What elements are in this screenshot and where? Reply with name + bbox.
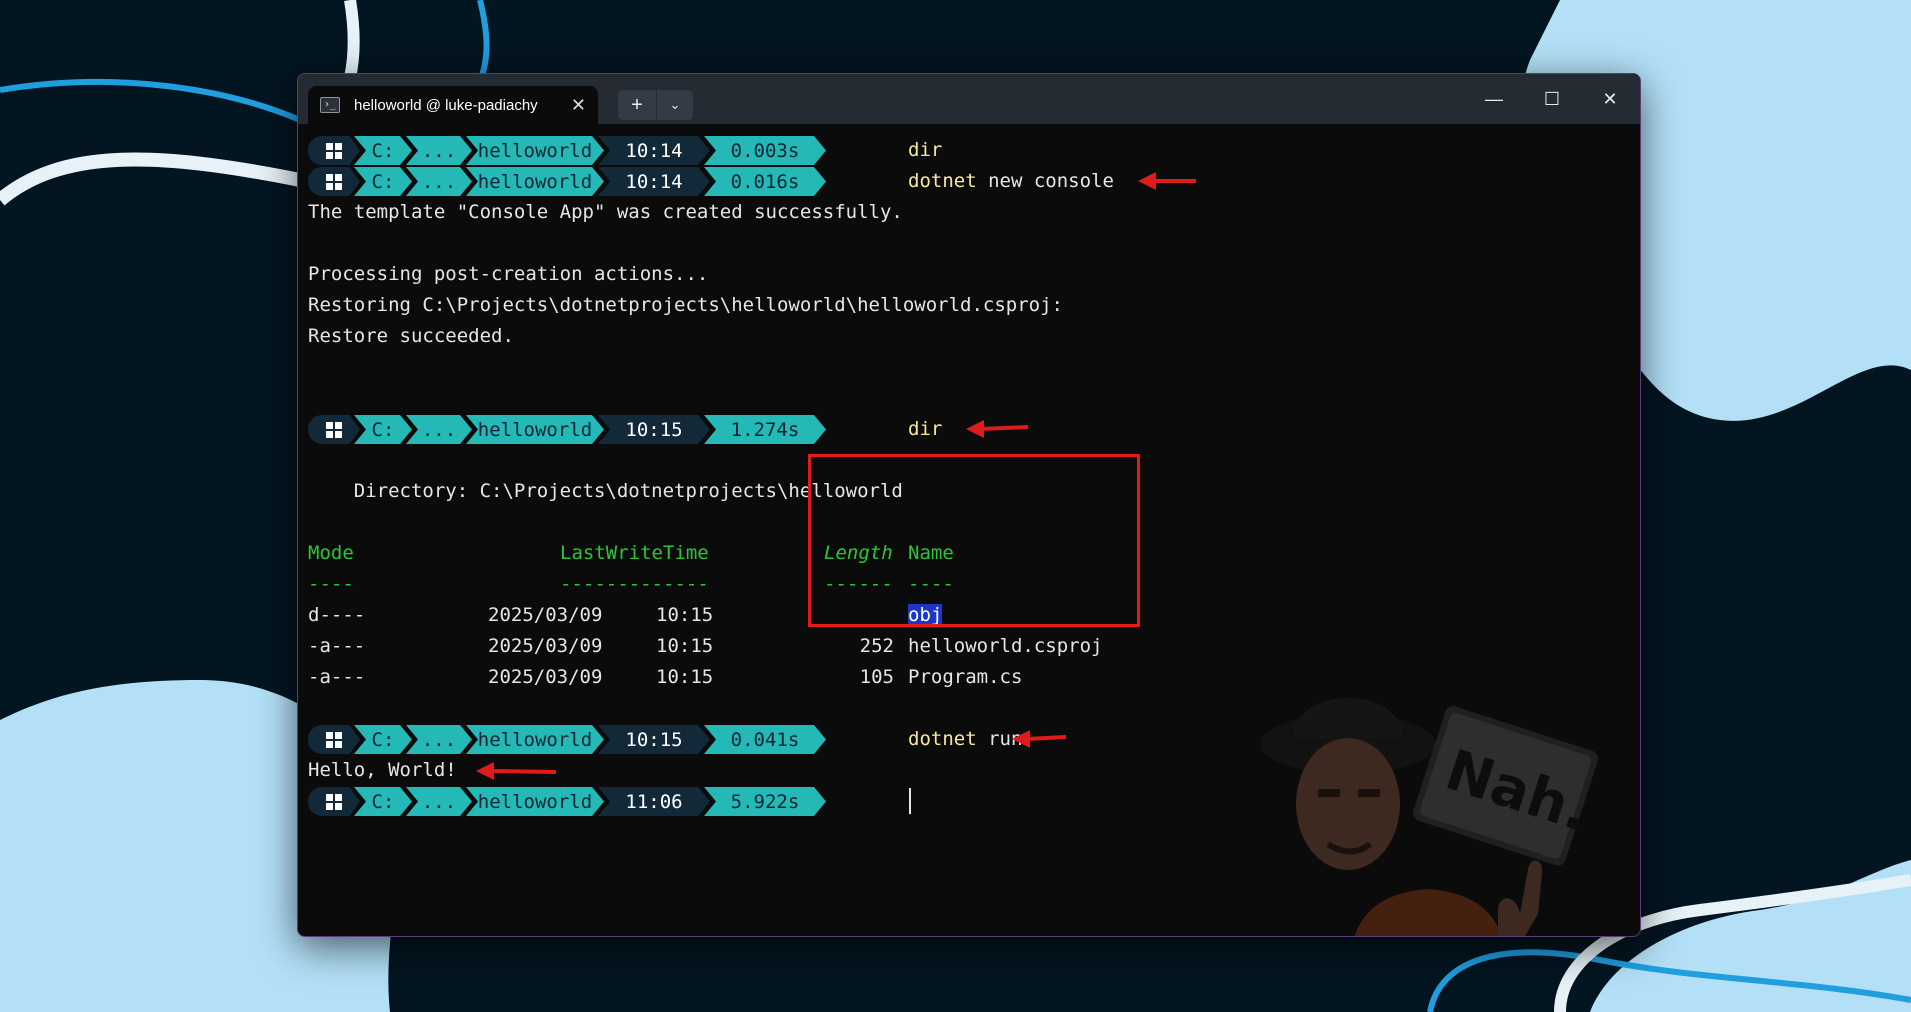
prompt-line: C: ... helloworld 10:15 0.041s xyxy=(308,724,826,755)
close-button[interactable]: ✕ xyxy=(1582,74,1638,124)
command-keyword: dir xyxy=(908,418,943,440)
row-time: 10:15 xyxy=(656,604,714,626)
drive-segment: C: xyxy=(354,167,412,196)
tab-close-button[interactable]: ✕ xyxy=(571,95,586,116)
powershell-icon: ›_ xyxy=(320,97,340,113)
folder-segment: helloworld xyxy=(466,725,604,754)
underline-lastwritetime: ------------- xyxy=(560,573,709,595)
annotation-arrow-icon xyxy=(966,420,1029,438)
terminal-window: ›_ helloworld @ luke-padiachy ✕ + ⌄ — ☐ … xyxy=(297,73,1641,937)
output-line: Restore succeeded. xyxy=(308,325,514,347)
windows-icon xyxy=(326,793,342,810)
duration-segment: 0.041s xyxy=(704,725,826,754)
windows-segment xyxy=(308,167,360,196)
prompt-line: C: ... helloworld 11:06 5.922s xyxy=(308,786,826,817)
command-keyword: dotnet xyxy=(908,170,977,192)
folder-segment: helloworld xyxy=(466,787,604,816)
row-length: 252 xyxy=(859,635,894,657)
duration-segment: 0.016s xyxy=(704,167,826,196)
time-segment: 10:14 xyxy=(598,136,710,165)
output-line: Restoring C:\Projects\dotnetprojects\hel… xyxy=(308,294,1063,316)
command-keyword: dotnet xyxy=(908,728,977,750)
output-line: Hello, World! xyxy=(308,759,457,781)
annotation-arrow-icon xyxy=(1138,172,1196,190)
folder-segment: helloworld xyxy=(466,167,604,196)
windows-segment xyxy=(308,415,360,444)
duration-segment: 0.003s xyxy=(704,136,826,165)
row-mode: -a--- xyxy=(308,635,366,657)
prompt-line: C: ... helloworld 10:14 0.016s xyxy=(308,166,826,197)
text-cursor xyxy=(909,788,911,814)
folder-segment: helloworld xyxy=(466,136,604,165)
ellipsis-segment: ... xyxy=(406,787,472,816)
duration-segment: 1.274s xyxy=(704,415,826,444)
row-date: 2025/03/09 xyxy=(488,635,603,657)
tab-title: helloworld @ luke-padiachy xyxy=(354,96,538,114)
command-args: new console xyxy=(976,170,1114,192)
terminal-buffer[interactable]: C: ... helloworld 10:14 0.003s dir C: ..… xyxy=(298,124,1640,936)
title-bar[interactable]: ›_ helloworld @ luke-padiachy ✕ + ⌄ — ☐ … xyxy=(298,74,1640,124)
duration-segment: 5.922s xyxy=(704,787,826,816)
ellipsis-segment: ... xyxy=(406,136,472,165)
header-mode: Mode xyxy=(308,542,354,564)
command: dotnet run xyxy=(908,724,1022,755)
row-name: Program.cs xyxy=(908,666,1023,688)
windows-segment xyxy=(308,787,360,816)
avatar-sticker: Nah. xyxy=(1260,697,1599,936)
row-time: 10:15 xyxy=(656,666,714,688)
windows-icon xyxy=(326,142,342,159)
minimize-button[interactable]: — xyxy=(1466,74,1522,124)
output-line: Processing post-creation actions... xyxy=(308,263,709,285)
row-date: 2025/03/09 xyxy=(488,604,603,626)
maximize-button[interactable]: ☐ xyxy=(1524,74,1580,124)
ellipsis-segment: ... xyxy=(406,725,472,754)
annotation-arrow-icon xyxy=(476,762,557,780)
command-keyword: dir xyxy=(908,139,943,161)
time-segment: 10:14 xyxy=(598,167,710,196)
windows-icon xyxy=(326,173,342,190)
time-segment: 10:15 xyxy=(598,725,710,754)
row-date: 2025/03/09 xyxy=(488,666,603,688)
prompt-line: C: ... helloworld 10:15 1.274s xyxy=(308,414,826,445)
drive-segment: C: xyxy=(354,787,412,816)
windows-icon xyxy=(326,731,342,748)
folder-segment: helloworld xyxy=(466,415,604,444)
row-name: helloworld.csproj xyxy=(908,635,1103,657)
windows-segment xyxy=(308,725,360,754)
tab-dropdown-button[interactable]: ⌄ xyxy=(657,90,693,120)
tab-helloworld[interactable]: ›_ helloworld @ luke-padiachy ✕ xyxy=(308,86,598,124)
annotation-arrow-icon xyxy=(1012,730,1067,748)
drive-segment: C: xyxy=(354,725,412,754)
prompt-line: C: ... helloworld 10:14 0.003s xyxy=(308,135,826,166)
windows-icon xyxy=(326,421,342,438)
time-segment: 11:06 xyxy=(598,787,710,816)
annotation-highlight-box xyxy=(808,454,1140,627)
ellipsis-segment: ... xyxy=(406,167,472,196)
command: dotnet new console xyxy=(908,166,1114,197)
command: dir xyxy=(908,414,942,445)
row-time: 10:15 xyxy=(656,635,714,657)
header-lastwritetime: LastWriteTime xyxy=(560,542,709,564)
time-segment: 10:15 xyxy=(598,415,710,444)
windows-segment xyxy=(308,136,360,165)
underline-mode: ---- xyxy=(308,573,354,595)
new-tab-button[interactable]: + xyxy=(618,90,656,120)
drive-segment: C: xyxy=(354,415,412,444)
ellipsis-segment: ... xyxy=(406,415,472,444)
drive-segment: C: xyxy=(354,136,412,165)
output-line: The template "Console App" was created s… xyxy=(308,201,903,223)
row-mode: -a--- xyxy=(308,666,366,688)
command: dir xyxy=(908,135,942,166)
row-length: 105 xyxy=(859,666,894,688)
row-mode: d---- xyxy=(308,604,366,626)
